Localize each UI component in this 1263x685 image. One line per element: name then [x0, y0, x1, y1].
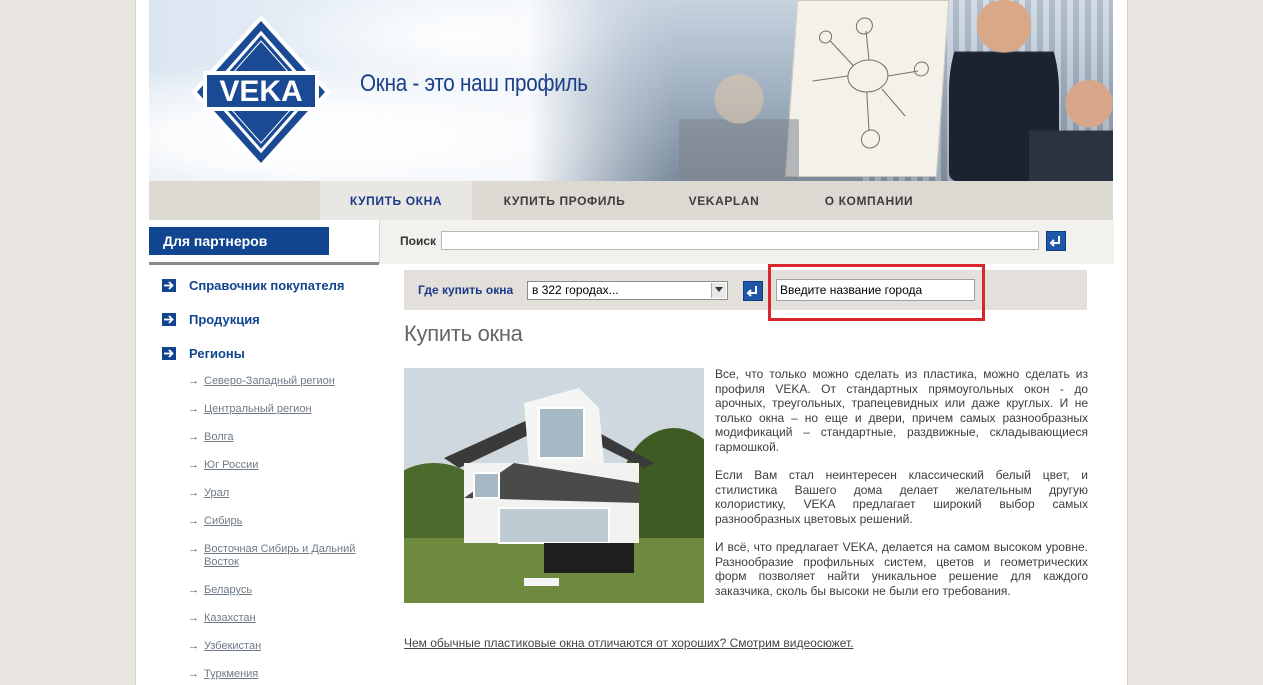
sidebar-item-label: Справочник покупателя — [189, 278, 345, 293]
sidebar-region-link[interactable]: → Северо-Западный регион — [188, 375, 374, 388]
veka-logo[interactable]: VEKA — [189, 13, 333, 171]
region-label: Юг России — [204, 459, 259, 471]
search-label: Поиск — [400, 234, 437, 248]
sidebar-region-link[interactable]: → Юг России — [188, 459, 374, 472]
where-to-buy-submit-button[interactable] — [743, 281, 763, 301]
page-title: Купить окна — [404, 321, 523, 346]
arrow-right-icon — [162, 279, 176, 292]
sidebar-region-link[interactable]: → Волга — [188, 431, 374, 444]
arrow-right-icon: → — [188, 584, 199, 596]
nav-item-vekaplan[interactable]: VEKAPLAN — [669, 181, 779, 220]
nav-item-about[interactable]: О КОМПАНИИ — [809, 181, 929, 220]
sidebar-region-link[interactable]: → Туркмения — [188, 668, 374, 681]
arrow-right-icon: → — [188, 612, 199, 624]
page-container: VEKA Окна - это наш профиль КУПИТЬ ОКНА … — [136, 0, 1127, 685]
region-label: Туркмения — [204, 668, 259, 680]
sidebar-region-link[interactable]: → Восточная Сибирь и Дальний Восток — [188, 543, 374, 569]
arrow-right-icon: → — [188, 375, 199, 387]
arrow-right-icon: → — [188, 543, 199, 555]
sidebar-region-link[interactable]: → Беларусь — [188, 584, 374, 597]
arrow-right-icon: → — [188, 668, 199, 680]
person-figure — [679, 60, 799, 181]
slogan: Окна - это наш профиль — [360, 70, 588, 97]
sidebar-region-link[interactable]: → Казахстан — [188, 612, 374, 625]
article-paragraph: Если Вам стал неинтересен классический б… — [715, 468, 1088, 526]
search-submit-button[interactable] — [1046, 231, 1066, 251]
header-banner: VEKA Окна - это наш профиль — [149, 0, 1113, 181]
region-label: Казахстан — [204, 612, 256, 624]
sidebar-item-label: Продукция — [189, 312, 260, 327]
arrow-right-icon: → — [188, 487, 199, 499]
arrow-right-icon: → — [188, 515, 199, 527]
sidebar-region-link[interactable]: → Центральный регион — [188, 403, 374, 416]
region-label: Беларусь — [204, 584, 253, 596]
region-label: Центральный регион — [204, 403, 312, 415]
article-text: Все, что только можно сделать из пластик… — [715, 367, 1088, 612]
search-input[interactable] — [441, 231, 1039, 250]
main-nav: КУПИТЬ ОКНА КУПИТЬ ПРОФИЛЬ VEKAPLAN О КО… — [149, 181, 1113, 220]
region-label: Волга — [204, 431, 234, 443]
article-paragraph: И всё, что предлагает VEKA, делается на … — [715, 540, 1088, 598]
city-name-input[interactable]: Введите название города — [776, 279, 975, 301]
sidebar-item-regions[interactable]: Регионы — [162, 346, 245, 361]
logo-text: VEKA — [219, 75, 302, 108]
partners-button[interactable]: Для партнеров — [149, 227, 329, 255]
where-to-buy-label: Где купить окна — [418, 283, 514, 297]
arrow-right-icon: → — [188, 459, 199, 471]
arrow-right-icon — [162, 313, 176, 326]
sidebar-item-label: Регионы — [189, 346, 245, 361]
city-count-select[interactable]: в 322 городах... — [527, 281, 728, 300]
enter-icon — [1049, 236, 1060, 247]
region-label: Узбекистан — [204, 640, 262, 652]
chevron-down-icon[interactable] — [711, 283, 726, 298]
arrow-right-icon: → — [188, 640, 199, 652]
region-label: Восточная Сибирь и Дальний Восток — [204, 543, 356, 568]
arrow-right-icon — [162, 347, 176, 360]
partners-divider — [149, 262, 379, 265]
sidebar-item-buyer-guide[interactable]: Справочник покупателя — [162, 278, 344, 293]
nav-item-buy-profile[interactable]: КУПИТЬ ПРОФИЛЬ — [492, 181, 637, 220]
nav-item-buy-windows[interactable]: КУПИТЬ ОКНА — [320, 181, 472, 220]
arrow-right-icon: → — [188, 431, 199, 443]
region-label: Северо-Западный регион — [204, 375, 335, 387]
flipchart — [784, 0, 950, 177]
sidebar-item-products[interactable]: Продукция — [162, 312, 260, 327]
region-label: Сибирь — [204, 515, 243, 527]
enter-icon — [746, 286, 757, 297]
arrow-right-icon: → — [188, 403, 199, 415]
sidebar-region-link[interactable]: → Узбекистан — [188, 640, 374, 653]
video-link[interactable]: Чем обычные пластиковые окна отличаются … — [404, 636, 853, 650]
sidebar-region-link[interactable]: → Урал — [188, 487, 374, 500]
article-paragraph: Все, что только можно сделать из пластик… — [715, 367, 1088, 454]
house-photo — [404, 368, 704, 603]
select-value: в 322 городах... — [532, 283, 619, 297]
sidebar-region-link[interactable]: → Сибирь — [188, 515, 374, 528]
region-label: Урал — [204, 487, 230, 499]
banner-photo — [529, 0, 1113, 181]
